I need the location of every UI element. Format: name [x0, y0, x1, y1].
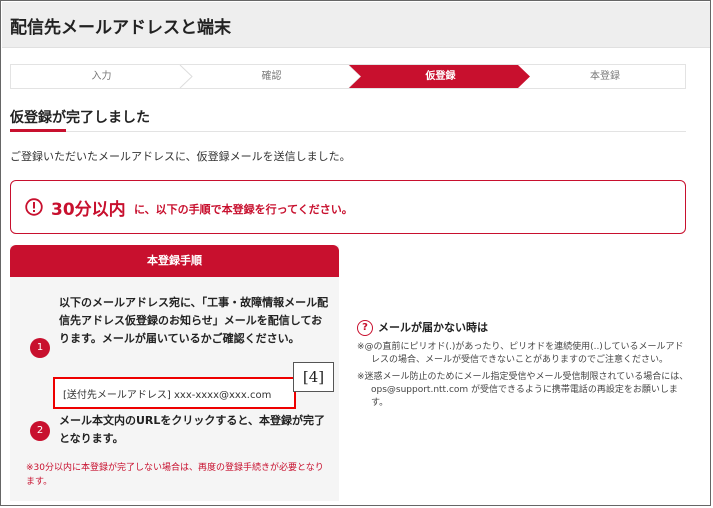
- step-indicator: 入力 確認 仮登録 本登録: [10, 64, 686, 89]
- question-circle-icon: ?: [357, 320, 373, 336]
- intro-text: ご登録いただいたメールアドレスに、仮登録メールを送信しました。: [10, 150, 351, 163]
- step-number-1: 1: [30, 338, 50, 358]
- procedure-step1-text: 以下のメールアドレス宛に、「工事・故障情報メール配信先アドレス仮登録のお知らせ」…: [59, 296, 329, 345]
- page-header: 配信先メールアドレスと端末: [2, 2, 710, 48]
- help-note: ※@の直前にピリオド(.)があったり、ピリオドを連続使用(..)しているメールア…: [357, 342, 684, 365]
- help-notes: ※@の直前にピリオド(.)があったり、ピリオドを連続使用(..)しているメールア…: [357, 341, 692, 414]
- time-limit-notice: 30分以内 に、以下の手順で本登録を行ってください。: [10, 180, 686, 234]
- help-title-text: メールが届かない時は: [378, 321, 488, 334]
- section-title: 仮登録が完了しました: [10, 110, 150, 126]
- section-accent-bar: [10, 129, 66, 132]
- procedure-header: 本登録手順: [10, 245, 339, 277]
- page-title: 配信先メールアドレスと端末: [10, 18, 231, 38]
- step-provisional-registration: 仮登録: [425, 71, 456, 82]
- annotation-callout: [4]: [293, 362, 334, 392]
- step-number-2: 2: [30, 421, 50, 441]
- procedure-step2-text: メール本文内のURLをクリックすると、本登録が完了となります。: [59, 414, 325, 445]
- help-heading: ? メールが届かない時は: [357, 319, 488, 336]
- step-confirm: 確認: [261, 71, 282, 82]
- step-input: 入力: [91, 71, 112, 82]
- recipient-address: [送付先メールアドレス] xxx-xxxx@xxx.com: [63, 390, 272, 401]
- highlighted-address-box: [送付先メールアドレス] xxx-xxxx@xxx.com: [53, 377, 296, 409]
- section-divider: [10, 131, 686, 132]
- page-frame: 配信先メールアドレスと端末 入力 確認 仮登録 本登録 仮登録が完了しました ご…: [0, 0, 711, 506]
- step-final-registration: 本登録: [590, 71, 620, 82]
- expiry-warning: ※30分以内に本登録が完了しない場合は、再度の登録手続きが必要となります。: [26, 463, 324, 487]
- registration-procedure-panel: 本登録手順 1 以下のメールアドレス宛に、「工事・故障情報メール配信先アドレス仮…: [10, 245, 339, 501]
- notice-text: に、以下の手順で本登録を行ってください。: [134, 203, 353, 216]
- help-note: ※迷惑メール防止のためにメール指定受信やメール受信制限されている場合には、ops…: [357, 372, 689, 408]
- exclamation-circle-icon: [25, 198, 43, 216]
- notice-emphasis: 30分以内: [51, 200, 126, 220]
